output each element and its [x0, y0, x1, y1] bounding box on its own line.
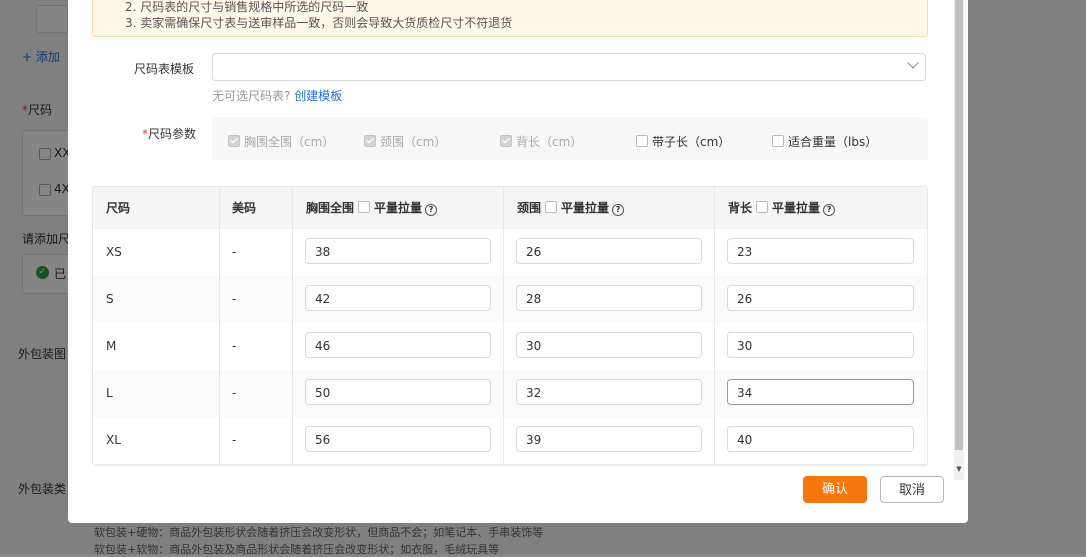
neck-input[interactable]: 32 [516, 379, 702, 405]
chest-input[interactable]: 56 [305, 426, 491, 452]
checkbox-icon [364, 135, 376, 147]
size-cell: XS [106, 245, 122, 259]
header-us-size: 美码 [232, 201, 257, 215]
column-divider [292, 187, 293, 465]
back-length-input[interactable]: 23 [727, 238, 914, 264]
neck-input[interactable]: 26 [516, 238, 702, 264]
us-size-cell: - [232, 433, 237, 447]
chest-input[interactable]: 38 [305, 238, 491, 264]
template-select[interactable] [212, 53, 926, 81]
help-icon[interactable]: ? [425, 204, 438, 216]
back-length-input[interactable]: 40 [727, 426, 914, 452]
param-fit-weight[interactable]: 适合重量（lbs） [772, 133, 877, 150]
header-neck: 颈围 平量拉量? [517, 187, 625, 229]
checkbox-icon [636, 135, 648, 147]
flat-stretch-checkbox[interactable] [358, 201, 371, 213]
neck-input[interactable]: 30 [516, 332, 702, 358]
neck-input[interactable]: 28 [516, 285, 702, 311]
neck-input[interactable]: 39 [516, 426, 702, 452]
size-params-group: 胸围全围（cm） 颈围（cm） 背长（cm） 带子长（cm） 适合重量（lbs） [212, 117, 928, 160]
checkbox-icon [772, 135, 784, 147]
us-size-cell: - [232, 245, 237, 259]
us-size-cell: - [232, 292, 237, 306]
notice-line-2: 2. 尺码表的尺寸与销售规格中所选的尺码一致 [125, 0, 369, 14]
size-cell: XL [106, 433, 121, 447]
param-strap-length[interactable]: 带子长（cm） [636, 133, 730, 150]
flat-stretch-checkbox[interactable] [545, 201, 558, 213]
size-chart-modal: 2. 尺码表的尺寸与销售规格中所选的尺码一致 3. 卖家需确保尺寸表与送审样品一… [68, 0, 968, 523]
header-chest: 胸围全围 平量拉量? [306, 187, 438, 229]
template-label: 尺码表模板 [134, 62, 195, 76]
size-cell: L [106, 386, 113, 400]
checkbox-icon [228, 135, 240, 147]
back-length-input[interactable]: 30 [727, 332, 914, 358]
size-table: 尺码 美码 胸围全围 平量拉量? 颈围 平量拉量? 背长 平量拉量? XS - 38 26 2… [92, 186, 928, 466]
confirm-button[interactable]: 确认 [803, 476, 867, 503]
scroll-down-icon[interactable]: ▼ [954, 464, 964, 474]
size-cell: S [106, 292, 114, 306]
flat-stretch-checkbox[interactable] [756, 201, 769, 213]
param-back-length[interactable]: 背长（cm） [500, 133, 582, 150]
template-hint-text: 无可选尺码表? [212, 89, 291, 103]
column-divider [503, 187, 504, 465]
scrollbar-thumb[interactable] [955, 0, 963, 450]
size-params-label: *尺码参数 [142, 127, 197, 141]
notice-line-3: 3. 卖家需确保尺寸表与送审样品一致，否则会导致大货质检尺寸不符退货 [125, 16, 513, 30]
back-length-input[interactable]: 26 [727, 285, 914, 311]
back-length-input[interactable]: 34 [727, 379, 914, 405]
create-template-link[interactable]: 创建模板 [294, 89, 342, 103]
checkbox-icon [500, 135, 512, 147]
us-size-cell: - [232, 339, 237, 353]
help-icon[interactable]: ? [823, 204, 836, 216]
chest-input[interactable]: 46 [305, 332, 491, 358]
param-chest[interactable]: 胸围全围（cm） [228, 133, 334, 150]
us-size-cell: - [232, 386, 237, 400]
param-neck[interactable]: 颈围（cm） [364, 133, 446, 150]
help-icon[interactable]: ? [612, 204, 625, 216]
chest-input[interactable]: 42 [305, 285, 491, 311]
header-size: 尺码 [106, 201, 131, 215]
cancel-button[interactable]: 取消 [880, 476, 944, 503]
column-divider [714, 187, 715, 465]
chest-input[interactable]: 50 [305, 379, 491, 405]
chevron-down-icon [907, 57, 919, 69]
column-divider [219, 187, 220, 465]
header-back: 背长 平量拉量? [728, 187, 836, 229]
size-cell: M [106, 339, 117, 353]
notice-banner: 2. 尺码表的尺寸与销售规格中所选的尺码一致 3. 卖家需确保尺寸表与送审样品一… [92, 0, 928, 37]
template-hint: 无可选尺码表? 创建模板 [212, 87, 342, 104]
